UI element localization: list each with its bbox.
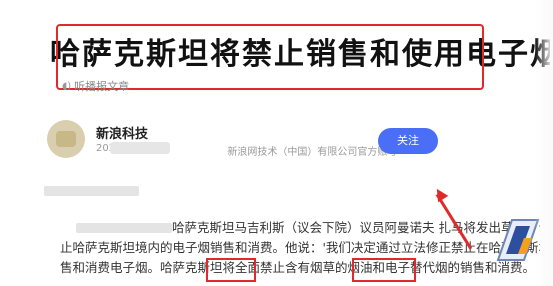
account-name[interactable]: 新浪科技 <box>96 123 148 142</box>
red-arrow-head <box>431 185 449 203</box>
account-source: 新浪网技术（中国）有限公司官方账号 <box>227 147 398 158</box>
blurred-text <box>44 186 139 196</box>
speaker-icon: ◖) <box>62 81 72 92</box>
body-line: 哈萨克斯坦马吉利斯（议会下院）议员阿曼诺夫 扎马将发出草案，计划禁 <box>172 220 540 235</box>
avatar-image <box>56 131 76 147</box>
avatar[interactable] <box>47 120 85 158</box>
watermark-logo <box>496 219 540 261</box>
follow-button[interactable]: 关注 <box>378 128 438 154</box>
listen-article-link[interactable]: ◖) 听播报文章 <box>62 80 129 94</box>
listen-label: 听播报文章 <box>74 80 130 93</box>
body-line: 售和消费电子烟。哈萨克斯坦将全面禁止含有烟草的烟油和电子替代烟的销售和消费。 <box>60 260 536 275</box>
article-headline: 哈萨克斯坦将禁止销售和使用电子烟 <box>50 37 550 72</box>
blurred-region <box>110 142 170 154</box>
